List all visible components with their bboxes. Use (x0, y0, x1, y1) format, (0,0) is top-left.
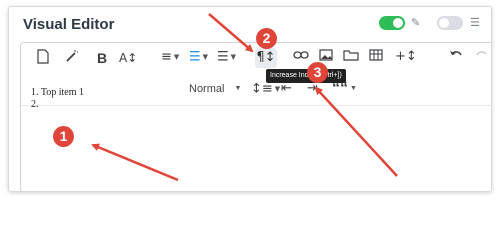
main-toolbar: B A↕ ≡ ▼ ☰ ▼ ☰ ▼ ¶↕ +↕ (21, 43, 491, 75)
document-icon[interactable] (37, 49, 49, 70)
sliders-icon[interactable]: ☰ (470, 16, 480, 30)
toggle-knob (393, 18, 403, 28)
undo-icon[interactable] (449, 48, 463, 66)
toggle-knob (439, 18, 449, 28)
pencil-icon[interactable]: ✎ (411, 16, 420, 30)
paragraph-style-select[interactable]: Normal ▼ (189, 80, 241, 98)
chevron-down-icon: ▼ (234, 85, 242, 93)
magic-wand-icon[interactable] (65, 49, 79, 69)
callout-badge-1: 1 (53, 126, 74, 147)
visual-editor-panel: Visual Editor ✎ ☰ B A↕ ≡ ▼ ☰ ▼ ☰ ▼ ¶↕ +↕… (8, 6, 492, 192)
ordered-list-icon: ☰ (189, 49, 201, 65)
secondary-toggle[interactable] (437, 16, 463, 30)
panel-title: Visual Editor (23, 16, 115, 33)
ordered-list-dropdown[interactable]: ☰ ▼ (189, 48, 208, 67)
align-dropdown[interactable]: ≡ ▼ (161, 48, 179, 67)
bullet-list-icon: ☰ (217, 49, 229, 65)
bullet-list-dropdown[interactable]: ☰ ▼ (217, 48, 236, 67)
list-item: 1. Top item 1 (31, 87, 85, 98)
bold-button[interactable]: B (97, 49, 107, 67)
insert-button[interactable]: +↕ (395, 48, 417, 66)
editor-content[interactable]: 1. Top item 1 2. (31, 87, 84, 111)
callout-badge-3: 3 (307, 62, 328, 83)
chevron-down-icon: ▼ (350, 85, 357, 92)
align-icon: ≡ (161, 49, 172, 65)
chevron-down-icon: ▼ (173, 53, 180, 61)
paragraph-format-button[interactable]: ¶↕ (255, 48, 277, 68)
toolbar-divider (21, 105, 491, 106)
paragraph-style-value: Normal (189, 83, 225, 95)
folder-icon[interactable] (343, 49, 359, 67)
secondary-toolbar: Normal ▼ ↕≡ ▼ ⇤ ⇥ ““ ▼ (21, 75, 491, 105)
font-size-button[interactable]: A↕ (119, 49, 137, 67)
chevron-down-icon: ▼ (202, 53, 209, 61)
link-icon[interactable] (293, 49, 309, 67)
panel-header: Visual Editor ✎ ☰ (9, 7, 491, 41)
list-item: 2. (31, 99, 39, 110)
redo-icon[interactable] (475, 48, 489, 66)
line-height-icon: ↕≡ (251, 81, 273, 97)
rich-text-editor: B A↕ ≡ ▼ ☰ ▼ ☰ ▼ ¶↕ +↕ Normal ▼ ↕≡ ▼ ⇤ ⇥… (20, 42, 491, 191)
visual-mode-toggle[interactable] (379, 16, 405, 30)
table-icon[interactable] (369, 49, 383, 67)
indent-tooltip: Increase Indent (Ctrl+]) (266, 69, 346, 83)
chevron-down-icon: ▼ (274, 85, 281, 93)
chevron-down-icon: ▼ (230, 53, 237, 61)
callout-badge-2: 2 (256, 28, 277, 49)
